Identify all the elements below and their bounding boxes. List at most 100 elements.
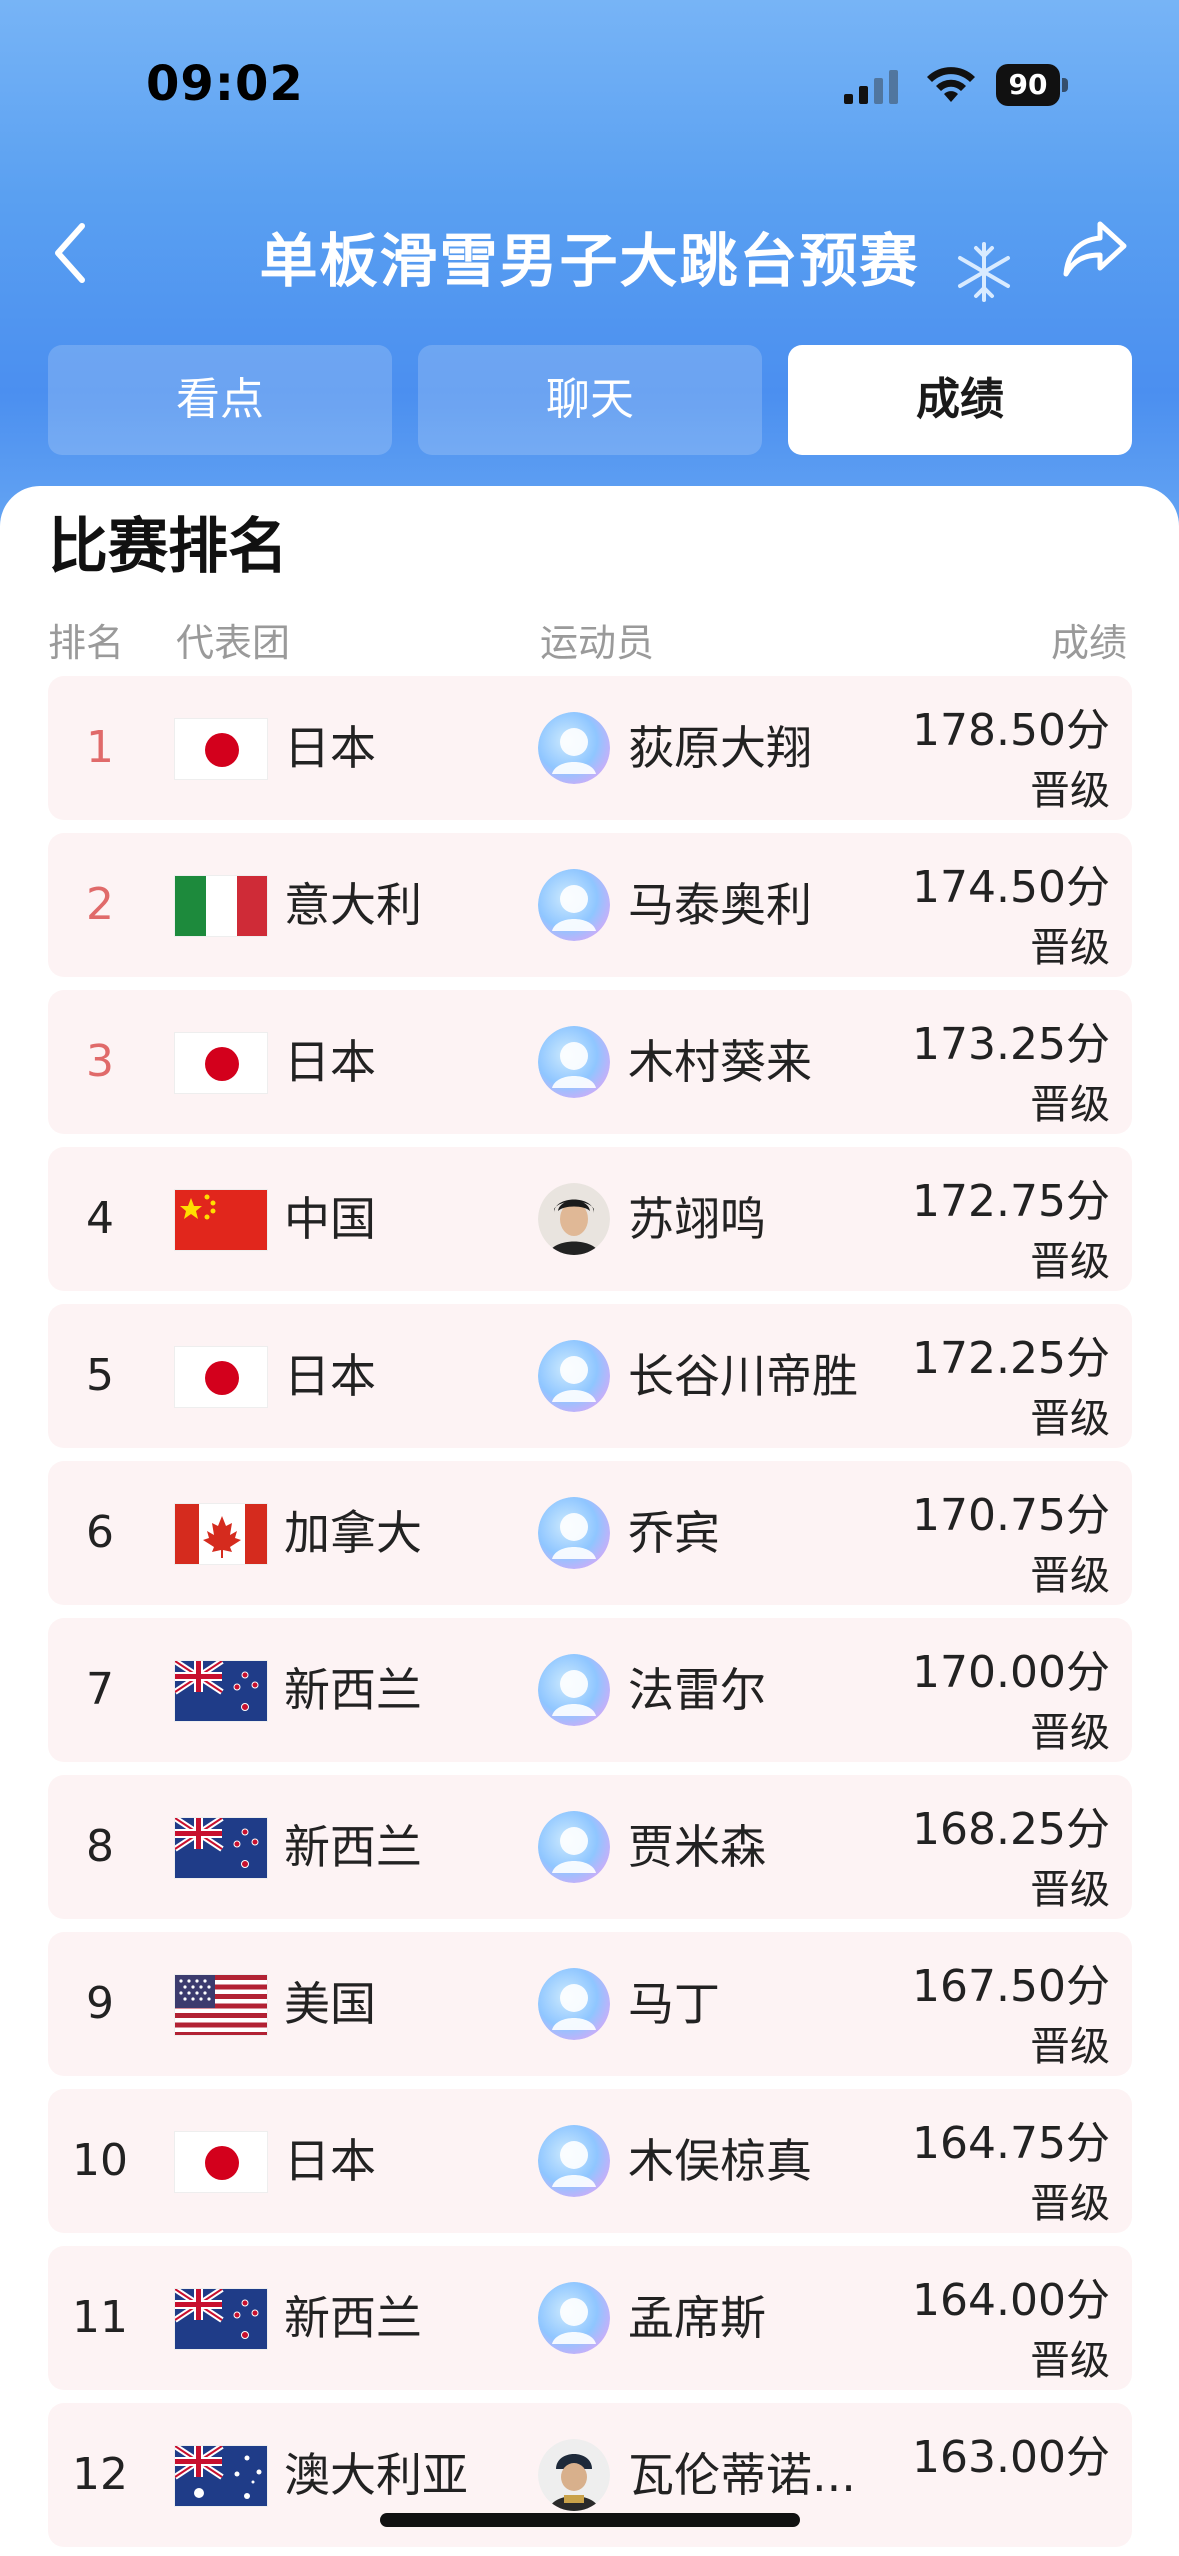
score-value: 170.00分 [912,1647,1110,1698]
battery-icon: 90 [996,64,1068,106]
rank-number: 7 [86,1664,114,1715]
qualification-status: 晋级 [1030,1553,1110,1599]
tab-chat[interactable]: 聊天 [418,345,762,455]
qualification-status: 晋级 [1030,1710,1110,1756]
athlete-name[interactable]: 法雷尔 [628,1618,766,1762]
athlete-avatar[interactable] [538,1811,610,1883]
country-name: 日本 [284,1035,376,1089]
china-flag-icon [174,1189,268,1251]
table-row[interactable]: 11 新西兰 孟席斯 164.00分晋级 [48,2246,1132,2390]
score-value: 170.75分 [912,1490,1110,1541]
qualification-status: 晋级 [1030,2024,1110,2070]
battery-level: 90 [996,64,1060,106]
rank-number: 10 [72,2135,128,2186]
tab-highlights[interactable]: 看点 [48,345,392,455]
rank-number: 12 [72,2449,128,2500]
country-name: 日本 [284,721,376,775]
athlete-avatar[interactable] [538,1968,610,2040]
column-header-rank: 排名 [48,621,125,665]
new-zealand-flag-icon [174,1660,268,1722]
score-value: 163.00分 [912,2432,1110,2483]
rank-number: 4 [86,1193,114,1244]
athlete-name[interactable]: 马丁 [628,1932,720,2076]
tab-bar: 看点 聊天 成绩 [48,345,1132,455]
score-value: 174.50分 [912,862,1110,913]
country-name: 美国 [284,1977,376,2031]
rank-number: 8 [86,1821,114,1872]
athlete-name[interactable]: 乔宾 [628,1461,720,1605]
athlete-avatar[interactable] [538,1497,610,1569]
rank-number: 2 [86,879,114,930]
qualification-status: 晋级 [1030,2181,1110,2227]
rank-number: 11 [72,2292,128,2343]
table-row[interactable]: 4 中国 苏翊鸣 172.75分 晋级 [48,1147,1132,1291]
japan-flag-icon [174,1032,268,1094]
country-name: 日本 [284,2134,376,2188]
athlete-avatar[interactable] [538,1654,610,1726]
australia-flag-icon [174,2445,268,2507]
athlete-avatar[interactable] [538,2439,610,2511]
score-value: 168.25分 [912,1804,1110,1855]
tab-results[interactable]: 成绩 [788,345,1132,455]
athlete-name[interactable]: 木俣椋真 [628,2089,812,2233]
qualification-status: 晋级 [1030,768,1110,814]
table-row[interactable]: 5 日本 长谷川帝胜 172.25分 晋级 [48,1304,1132,1448]
qualification-status: 晋级 [1030,1396,1110,1442]
section-title: 比赛排名 [48,512,288,582]
status-time: 09:02 [146,56,304,112]
score-value: 178.50分 [912,705,1110,756]
athlete-avatar[interactable] [538,1183,610,1255]
athlete-avatar[interactable] [538,2282,610,2354]
table-row[interactable]: 6 加拿大 乔宾 170.75分晋级 [48,1461,1132,1605]
japan-flag-icon [174,718,268,780]
qualification-status: 晋级 [1030,1867,1110,1913]
table-row[interactable]: 9 美国 马丁 167.50分晋级 [48,1932,1132,2076]
athlete-name[interactable]: 孟席斯 [628,2246,766,2390]
rank-number: 9 [86,1978,114,2029]
snowflake-icon [958,242,1010,302]
score-value: 164.75分 [912,2118,1110,2169]
table-row[interactable]: 7 新西兰 法雷尔 170.00分晋级 [48,1618,1132,1762]
athlete-avatar[interactable] [538,712,610,784]
share-icon[interactable] [1060,218,1130,280]
rank-number: 6 [86,1507,114,1558]
qualification-status: 晋级 [1030,2338,1110,2384]
rank-number: 1 [86,722,114,773]
nav-bar: 单板滑雪男子大跳台预赛 [0,190,1179,310]
wifi-icon [927,67,975,102]
rank-number: 5 [86,1350,114,1401]
italy-flag-icon [174,875,268,937]
athlete-avatar[interactable] [538,2125,610,2197]
table-row[interactable]: 2 意大利 马泰奥利 174.50分晋级 [48,833,1132,977]
qualification-status: 晋级 [1030,1082,1110,1128]
athlete-name[interactable]: 马泰奥利 [628,833,812,977]
athlete-name[interactable]: 荻原大翔 [628,676,812,820]
country-name: 意大利 [284,878,422,932]
athlete-avatar[interactable] [538,1026,610,1098]
athlete-avatar[interactable] [538,869,610,941]
status-bar: 09:02 90 [0,0,1179,140]
athlete-name[interactable]: 贾米森 [628,1775,766,1919]
country-name: 日本 [284,1349,376,1403]
score-value: 164.00分 [912,2275,1110,2326]
score-value: 173.25分 [912,1019,1110,1070]
country-name: 新西兰 [284,1820,422,1874]
athlete-avatar[interactable] [538,1340,610,1412]
country-name: 新西兰 [284,2291,422,2345]
table-row[interactable]: 3 日本 木村葵来 173.25分晋级 [48,990,1132,1134]
qualification-status: 晋级 [1030,925,1110,971]
score-value: 167.50分 [912,1961,1110,2012]
column-header-athlete: 运动员 [540,621,655,665]
usa-flag-icon [174,1974,268,2036]
score-value: 172.75分 [912,1176,1110,1227]
table-row[interactable]: 8 新西兰 贾米森 168.25分晋级 [48,1775,1132,1919]
country-name: 新西兰 [284,1663,422,1717]
country-name: 加拿大 [284,1506,422,1560]
athlete-name[interactable]: 木村葵来 [628,990,812,1134]
athlete-name[interactable]: 苏翊鸣 [628,1147,766,1291]
table-row[interactable]: 10 日本 木俣椋真 164.75分晋级 [48,2089,1132,2233]
rank-number: 3 [86,1036,114,1087]
athlete-name[interactable]: 长谷川帝胜 [628,1304,858,1448]
table-row[interactable]: 1 日本 荻原大翔 178.50分晋级 [48,676,1132,820]
column-header-score: 成绩 [1050,621,1127,665]
